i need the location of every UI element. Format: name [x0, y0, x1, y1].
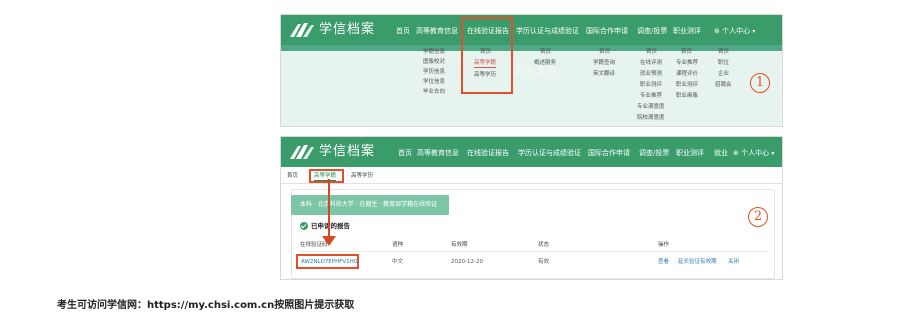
view-report-link[interactable]: 查看	[658, 258, 669, 266]
extend-validity-link[interactable]: 延长验证有效期	[678, 258, 717, 266]
top-navbar: 学信档案 首页 高等教育信息 在线验证报告 学历认证与成绩验证 国际合作申请 调…	[281, 15, 782, 45]
nav-higher-education-info[interactable]: 高等教育信息	[417, 147, 459, 159]
submenu-item[interactable]: 首页	[681, 49, 692, 56]
tab-divider	[281, 183, 782, 184]
highlight-box	[309, 169, 344, 183]
submenu-item[interactable]: 毕业去向	[423, 89, 445, 96]
table-header-divider	[299, 251, 769, 252]
brand-title: 学信档案	[319, 144, 376, 159]
report-language: 中文	[392, 259, 404, 265]
check-circle-icon	[300, 222, 308, 230]
submenu-item[interactable]: 学位信息	[423, 79, 445, 86]
instruction-caption: 考生可访问学信网：https://my.chsi.com.cn按照图片提示获取	[57, 300, 355, 311]
column-header: 操作	[658, 242, 670, 248]
chevron-down-icon: ▾	[752, 28, 756, 35]
submenu-item[interactable]: 专业满意度	[637, 104, 665, 111]
submenu-item[interactable]: 专业推荐	[676, 60, 698, 67]
user-center-menu[interactable]: ⊛ 个人中心 ▾	[714, 25, 755, 37]
chevron-down-icon: ▾	[771, 150, 775, 157]
submenu-item[interactable]: 院校满意度	[637, 115, 665, 122]
nav-degree-certification[interactable]: 学历认证与成绩验证	[518, 147, 581, 159]
user-icon: ⊛	[714, 27, 720, 35]
submenu-item[interactable]: 在线评测	[640, 60, 662, 67]
brand-title: 学信档案	[319, 22, 376, 37]
submenu-item[interactable]: 就业预测	[640, 71, 662, 78]
submenu-item[interactable]: 图像校对	[423, 59, 445, 66]
screenshot-step-1: 学信档案 首页 高等教育信息 在线验证报告 学历认证与成绩验证 国际合作申请 调…	[280, 14, 783, 127]
nav-international-cooperation[interactable]: 国际合作申请	[588, 147, 630, 159]
xuexin-logo-icon	[290, 23, 314, 37]
section-title-text: 已申请的报告	[311, 222, 350, 230]
column-header: 语种	[392, 242, 404, 248]
user-center-label: 个人中心	[722, 27, 751, 35]
step-number-badge: 1	[750, 73, 770, 93]
screenshot-step-2: 学信档案 首页 高等教育信息 在线验证报告 学历认证与成绩验证 国际合作申请 调…	[280, 136, 783, 280]
submenu-item[interactable]: 英文翻译	[593, 71, 615, 78]
nav-career-test[interactable]: 职业测评	[673, 25, 701, 37]
submenu-item[interactable]: 概述服务	[534, 60, 556, 67]
user-center-label: 个人中心	[741, 149, 770, 157]
submenu-item[interactable]: 企业	[718, 71, 729, 78]
close-report-link[interactable]: 关闭	[728, 258, 739, 266]
nav-home[interactable]: 首页	[398, 147, 412, 159]
student-status-banner: 本科 · 北京科技大学 · 在籍生 · 教育部学籍在线验证	[291, 195, 449, 215]
submenu-item[interactable]: 专业推荐	[640, 93, 662, 100]
report-status: 有效	[538, 259, 550, 265]
nav-survey-vote[interactable]: 调查/投票	[637, 25, 667, 37]
nav-employment[interactable]: 就业	[714, 147, 728, 159]
user-center-menu[interactable]: ⊛ 个人中心 ▾	[733, 147, 774, 159]
nav-career-test[interactable]: 职业测评	[676, 147, 704, 159]
nav-online-verification-report[interactable]: 在线验证报告	[467, 147, 509, 159]
tab-higher-degree[interactable]: 高等学历	[351, 172, 373, 180]
submenu-item[interactable]: 职业画像	[676, 93, 698, 100]
xuexin-logo-icon	[290, 145, 314, 159]
student-status-text: 本科 · 北京科技大学 · 在籍生 · 教育部学籍在线验证	[300, 201, 438, 208]
submenu-item[interactable]: 首页	[540, 49, 551, 56]
submenu-item[interactable]: 首页	[646, 49, 657, 56]
submenu-item[interactable]: 学籍信息	[423, 49, 445, 56]
report-expiry: 2020-12-20	[451, 259, 483, 265]
nav-home[interactable]: 首页	[396, 25, 410, 37]
submenu-item[interactable]: 首页	[718, 49, 729, 56]
nav-degree-certification[interactable]: 学历认证与成绩验证	[516, 25, 579, 37]
highlight-box	[296, 254, 359, 269]
submenu-item[interactable]: 学籍查询	[593, 60, 615, 67]
submenu-item[interactable]: 学历信息	[423, 69, 445, 76]
user-icon: ⊛	[733, 149, 739, 157]
submenu-item[interactable]: 职业测评	[676, 82, 698, 89]
top-navbar: 学信档案 首页 高等教育信息 在线验证报告 学历认证与成绩验证 国际合作申请 调…	[281, 137, 782, 167]
step-number-badge: 2	[748, 207, 768, 227]
tab-home[interactable]: 首页	[287, 172, 298, 180]
arrow-down-icon	[322, 236, 336, 246]
nav-international-cooperation[interactable]: 国际合作申请	[586, 25, 628, 37]
submenu-item[interactable]: 职业测评	[640, 82, 662, 89]
submenu-item[interactable]: 课程评价	[676, 71, 698, 78]
column-header: 有效期	[451, 242, 468, 248]
submenu-item[interactable]: 招聘会	[715, 82, 732, 89]
submenu-item[interactable]: 职位	[718, 60, 729, 67]
highlight-box	[461, 17, 513, 94]
column-header: 状态	[538, 242, 550, 248]
nav-higher-education-info[interactable]: 高等教育信息	[416, 25, 458, 37]
nav-survey-vote[interactable]: 调查/投票	[639, 147, 669, 159]
submenu-item[interactable]: 首页	[599, 49, 610, 56]
guide-arrow	[328, 179, 330, 238]
